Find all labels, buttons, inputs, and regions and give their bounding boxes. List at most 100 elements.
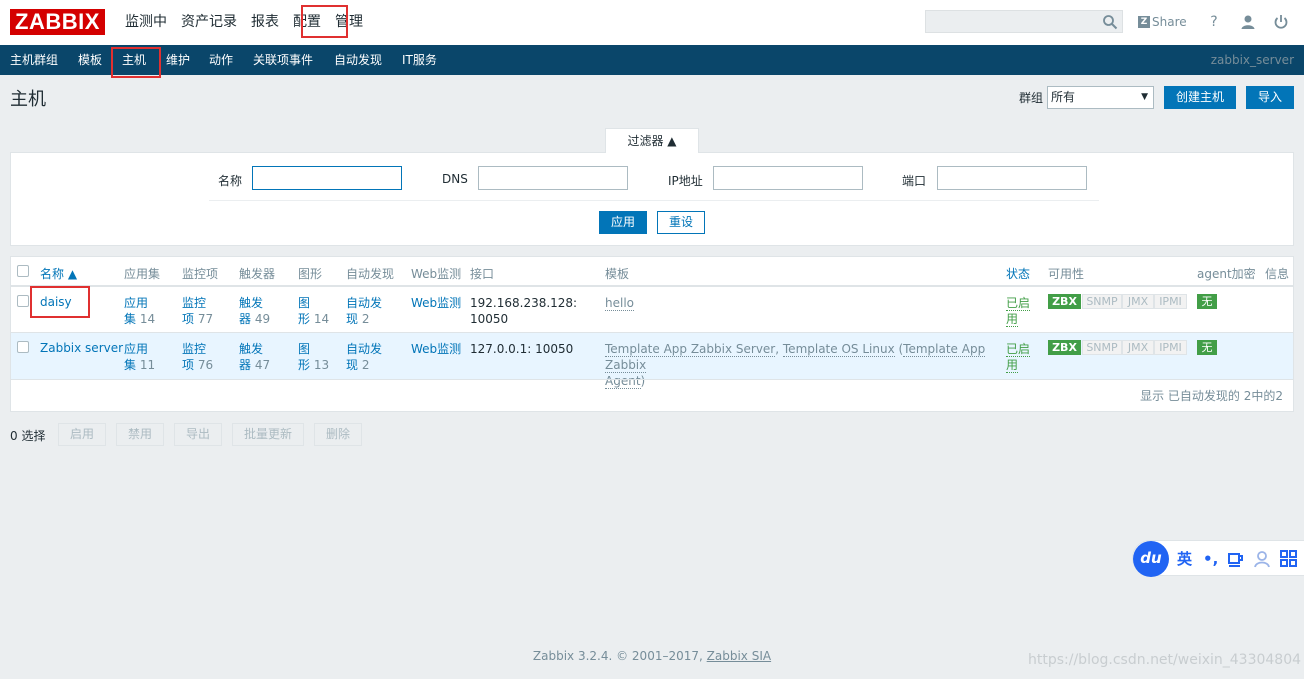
export-button[interactable]: 导出 xyxy=(174,423,222,446)
template-link[interactable]: Template App Zabbix Server xyxy=(605,342,776,357)
nav-monitoring[interactable]: 监测中 xyxy=(118,0,174,45)
apps-label-2[interactable]: 集 xyxy=(124,312,136,326)
graphs-count: 14 xyxy=(313,312,330,326)
group-select[interactable]: 所有 ▼ xyxy=(1047,86,1154,109)
nav-reports[interactable]: 报表 xyxy=(244,0,286,45)
create-host-button[interactable]: 创建主机 xyxy=(1164,86,1236,109)
graphs-label-2[interactable]: 形 xyxy=(298,312,310,326)
logout-icon[interactable] xyxy=(1272,13,1290,31)
help-icon[interactable]: ? xyxy=(1205,13,1223,31)
status-label-2[interactable]: 用 xyxy=(1006,312,1019,327)
ime-punctuation-toggle[interactable]: •, xyxy=(1203,550,1218,568)
zabbix-logo[interactable]: ZABBIX xyxy=(10,9,105,35)
discovery-label[interactable]: 自动发 xyxy=(346,342,382,356)
page-title: 主机 xyxy=(10,89,46,110)
disable-button[interactable]: 禁用 xyxy=(116,423,164,446)
nav-inventory[interactable]: 资产记录 xyxy=(174,0,244,45)
footer-link[interactable]: Zabbix SIA xyxy=(707,649,771,663)
triggers-link[interactable]: 触发 器 47 xyxy=(239,341,270,373)
template-link[interactable]: hello xyxy=(605,296,634,311)
graphs-label[interactable]: 图 xyxy=(298,342,310,356)
group-label: 群组 xyxy=(1019,91,1044,105)
apps-label[interactable]: 应用 xyxy=(124,296,148,310)
user-profile-icon[interactable] xyxy=(1239,13,1257,31)
apps-link[interactable]: 应用 集 14 xyxy=(124,295,155,327)
graphs-label-2[interactable]: 形 xyxy=(298,358,310,372)
cup-icon[interactable] xyxy=(1227,550,1245,568)
subnav-actions[interactable]: 动作 xyxy=(209,45,233,75)
share-label: Share xyxy=(1152,15,1187,29)
interface-port: 10050 xyxy=(470,312,509,326)
triggers-label[interactable]: 触发 xyxy=(239,296,263,310)
import-button[interactable]: 导入 xyxy=(1246,86,1294,109)
items-link[interactable]: 监控 项 76 xyxy=(182,341,213,373)
subnav-templates[interactable]: 模板 xyxy=(78,45,102,75)
web-link[interactable]: Web监测 xyxy=(411,295,461,311)
subnav-host-groups[interactable]: 主机群组 xyxy=(10,45,58,75)
status-toggle[interactable]: 已启 用 xyxy=(1006,295,1031,327)
filter-tab[interactable]: 过滤器 ▲ xyxy=(605,128,699,153)
col-triggers-header: 触发器 xyxy=(239,267,276,281)
graphs-link[interactable]: 图 形 13 xyxy=(298,341,329,373)
graphs-link[interactable]: 图 形 14 xyxy=(298,295,329,327)
template-link-2[interactable]: Agent xyxy=(605,374,641,389)
items-link[interactable]: 监控 项 77 xyxy=(182,295,213,327)
mass-update-button[interactable]: 批量更新 xyxy=(232,423,304,446)
status-label[interactable]: 已启 xyxy=(1006,342,1031,357)
status-label[interactable]: 已启 xyxy=(1006,296,1031,311)
discovery-count: 2 xyxy=(361,312,370,326)
graphs-label[interactable]: 图 xyxy=(298,296,310,310)
apps-label[interactable]: 应用 xyxy=(124,342,148,356)
subnav-correlation[interactable]: 关联项事件 xyxy=(253,45,313,75)
discovery-link[interactable]: 自动发 现 2 xyxy=(346,295,382,327)
table-footer-count: 显示 已自动发现的 2中的2 xyxy=(1140,389,1283,403)
triggers-label-2[interactable]: 器 xyxy=(239,312,251,326)
web-link[interactable]: Web监测 xyxy=(411,341,461,357)
triggers-label[interactable]: 触发 xyxy=(239,342,263,356)
discovery-link[interactable]: 自动发 现 2 xyxy=(346,341,382,373)
filter-port-input[interactable] xyxy=(937,166,1087,190)
status-label-2[interactable]: 用 xyxy=(1006,358,1019,373)
enable-button[interactable]: 启用 xyxy=(58,423,106,446)
filter-name-input[interactable] xyxy=(252,166,402,190)
filter-reset-button[interactable]: 重设 xyxy=(657,211,705,234)
template-link[interactable]: Template OS Linux xyxy=(782,342,895,357)
triggers-label-2[interactable]: 器 xyxy=(239,358,251,372)
baidu-ime-logo[interactable]: du xyxy=(1133,541,1169,577)
filter-divider xyxy=(209,200,1099,201)
filter-apply-button[interactable]: 应用 xyxy=(599,211,647,234)
selected-count: 0 选择 xyxy=(10,429,46,443)
items-label[interactable]: 监控 xyxy=(182,296,206,310)
search-icon[interactable] xyxy=(1102,14,1118,30)
row-checkbox[interactable] xyxy=(17,295,29,307)
row-divider xyxy=(11,379,1293,380)
apps-label-2[interactable]: 集 xyxy=(124,358,136,372)
group-selected-value: 所有 xyxy=(1051,90,1076,104)
discovery-label-2[interactable]: 现 xyxy=(346,312,358,326)
discovery-label-2[interactable]: 现 xyxy=(346,358,358,372)
filter-ip-input[interactable] xyxy=(713,166,863,190)
grid-menu-icon[interactable] xyxy=(1280,550,1298,568)
select-all-checkbox[interactable] xyxy=(17,265,29,277)
filter-dns-input[interactable] xyxy=(478,166,628,190)
status-toggle[interactable]: 已启 用 xyxy=(1006,341,1031,373)
discovery-label[interactable]: 自动发 xyxy=(346,296,382,310)
subnav-it-services[interactable]: IT服务 xyxy=(402,45,437,75)
subnav-discovery[interactable]: 自动发现 xyxy=(334,45,382,75)
host-name-link[interactable]: Zabbix server xyxy=(40,340,123,356)
search-input[interactable] xyxy=(925,10,1123,33)
user-icon[interactable] xyxy=(1253,550,1271,568)
share-button[interactable]: Z Share xyxy=(1138,13,1187,31)
triggers-link[interactable]: 触发 器 49 xyxy=(239,295,270,327)
items-label-2[interactable]: 项 xyxy=(182,358,194,372)
row-checkbox[interactable] xyxy=(17,341,29,353)
delete-button[interactable]: 删除 xyxy=(314,423,362,446)
items-label-2[interactable]: 项 xyxy=(182,312,194,326)
items-label[interactable]: 监控 xyxy=(182,342,206,356)
ime-language-toggle[interactable]: 英 xyxy=(1177,550,1192,568)
apps-link[interactable]: 应用 集 11 xyxy=(124,341,155,373)
col-templates-header: 模板 xyxy=(605,267,630,281)
col-name-header[interactable]: 名称 ▲ xyxy=(40,265,77,282)
col-status-header[interactable]: 状态 xyxy=(1006,265,1030,282)
subnav-maintenance[interactable]: 维护 xyxy=(166,45,190,75)
